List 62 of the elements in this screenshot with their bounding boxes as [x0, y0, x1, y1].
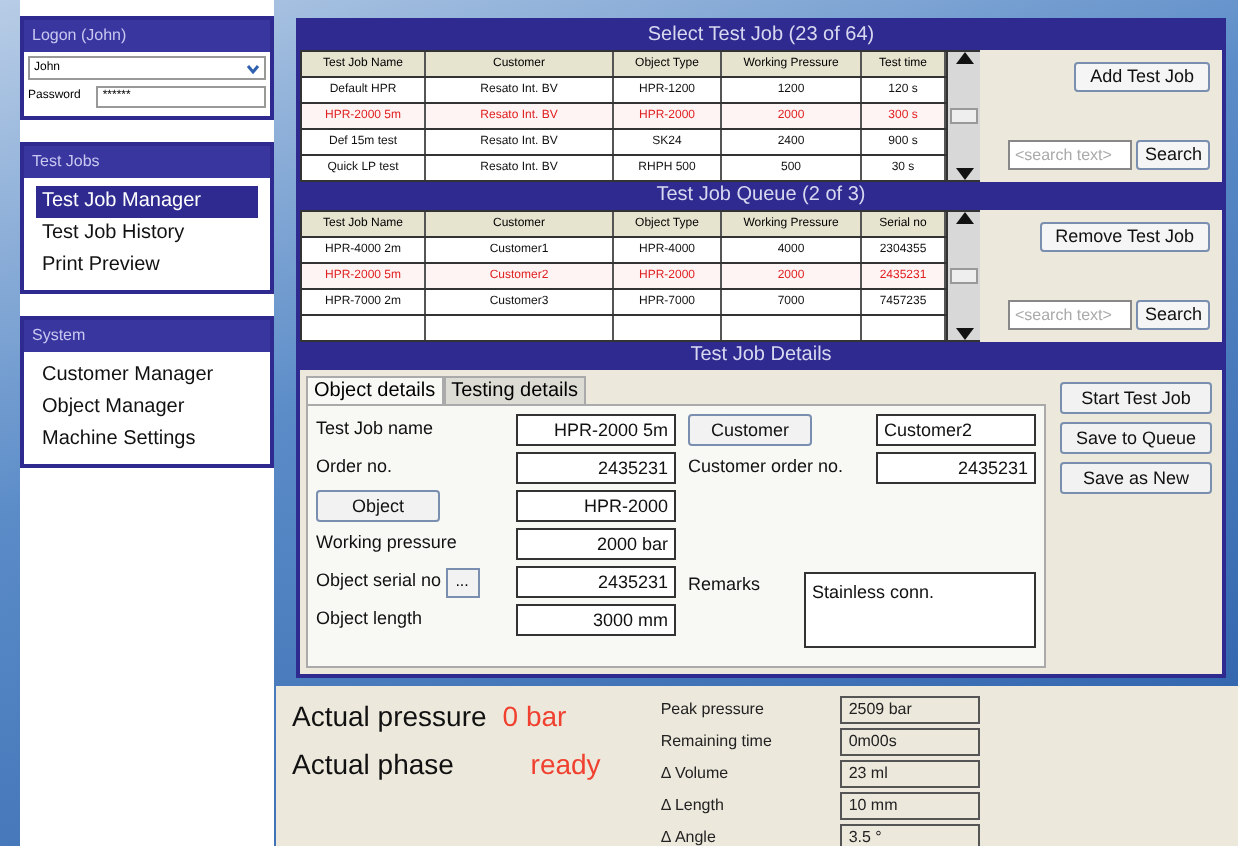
- panel-title: Logon (John): [24, 20, 270, 52]
- menu-item[interactable]: Object Manager: [36, 392, 258, 424]
- action-button[interactable]: Object: [316, 490, 440, 522]
- reading-field: 23 ml: [840, 760, 981, 788]
- action-button[interactable]: Add Test Job: [1074, 62, 1210, 92]
- action-button[interactable]: Remove Test Job: [1039, 222, 1210, 252]
- field-label: Remarks: [688, 572, 761, 598]
- menu-item[interactable]: Print Preview: [36, 250, 258, 282]
- tab[interactable]: Testing details: [443, 376, 586, 404]
- scrollbar[interactable]: [948, 50, 980, 182]
- tab[interactable]: Object details: [306, 376, 444, 404]
- input-field[interactable]: HPR-2000 5m: [516, 414, 676, 446]
- menu-item[interactable]: Customer Manager: [36, 360, 258, 392]
- field-label: Object length: [316, 606, 423, 633]
- reading-label: Peak pressure: [660, 698, 766, 722]
- browse-button[interactable]: ...: [445, 567, 480, 597]
- down-arrow-icon[interactable]: [955, 168, 973, 180]
- panel-title: Test Jobs: [24, 146, 270, 178]
- scrollbar-thumb[interactable]: [950, 268, 978, 284]
- reading-label: Δ Volume: [660, 762, 731, 786]
- field-label: Working pressure: [316, 530, 457, 557]
- search-button[interactable]: Search: [1136, 140, 1210, 170]
- reading-field: 3.5 °: [840, 824, 981, 846]
- field-label: Customer order no.: [688, 454, 844, 481]
- search-button[interactable]: Search: [1136, 300, 1210, 330]
- status-label: Actual phase: [292, 746, 456, 784]
- down-arrow-icon[interactable]: [955, 328, 973, 340]
- input-field[interactable]: 2000 bar: [516, 528, 676, 560]
- remarks-field[interactable]: Stainless conn.: [804, 572, 1036, 648]
- input-field[interactable]: Customer2: [876, 414, 1036, 446]
- field-label: Test Job name: [316, 416, 434, 443]
- menu-item[interactable]: Test Job History: [36, 218, 258, 250]
- panel-title: System: [24, 320, 270, 352]
- field-label: Order no.: [316, 454, 393, 481]
- action-button[interactable]: Save as New: [1060, 462, 1212, 494]
- reading-label: Δ Angle: [660, 826, 718, 846]
- input-field[interactable]: HPR-2000: [516, 490, 676, 522]
- action-button[interactable]: Customer: [688, 414, 812, 446]
- scrollbar[interactable]: [948, 210, 980, 342]
- input-field[interactable]: 2435231: [516, 452, 676, 484]
- search-field[interactable]: <search text>: [1008, 140, 1133, 170]
- status-value: ready: [528, 746, 601, 784]
- status-label: Actual pressure: [292, 698, 487, 736]
- input-field[interactable]: 2435231: [516, 566, 676, 598]
- reading-field: 2509 bar: [840, 696, 981, 724]
- reading-label: Δ Length: [660, 794, 726, 818]
- reading-label: Remaining time: [660, 730, 774, 754]
- scrollbar-thumb[interactable]: [950, 108, 978, 124]
- field-label: Object serial no: [316, 568, 442, 595]
- reading-field: 10 mm: [840, 792, 981, 820]
- menu-item[interactable]: Test Job Manager: [36, 186, 258, 218]
- input-field[interactable]: 3000 mm: [516, 604, 676, 636]
- up-arrow-icon[interactable]: [955, 52, 973, 64]
- action-button[interactable]: Start Test Job: [1060, 382, 1212, 414]
- menu-item[interactable]: Machine Settings: [36, 424, 258, 456]
- status-value: 0 bar: [502, 698, 569, 736]
- action-button[interactable]: Save to Queue: [1060, 422, 1212, 454]
- input-field[interactable]: 2435231: [876, 452, 1036, 484]
- search-field[interactable]: <search text>: [1008, 300, 1133, 330]
- reading-field: 0m00s: [840, 728, 981, 756]
- chevron-down-icon: [246, 61, 260, 75]
- up-arrow-icon[interactable]: [955, 212, 973, 224]
